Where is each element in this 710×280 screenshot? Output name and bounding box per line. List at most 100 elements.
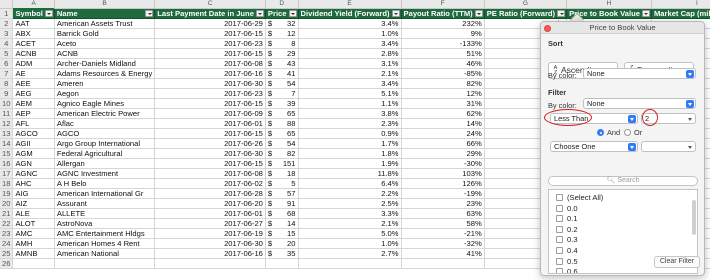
date-cell[interactable]: 2017-06-09 <box>154 108 266 119</box>
name-cell[interactable]: Aflac <box>54 118 156 129</box>
column-letter[interactable]: C <box>154 0 266 9</box>
column-letter[interactable]: H <box>566 0 652 9</box>
date-cell[interactable]: 2017-06-15 <box>154 158 266 169</box>
name-cell[interactable]: Aceto <box>54 38 156 49</box>
yield-cell[interactable]: 3.4% <box>298 38 402 49</box>
name-cell[interactable]: Agnico Eagle Mines <box>54 98 156 109</box>
name-cell[interactable]: AstroNova <box>54 218 156 229</box>
payout-cell[interactable]: 31% <box>401 98 485 109</box>
symbol-cell[interactable]: AIG <box>12 188 55 199</box>
filter-dropdown-icon[interactable] <box>557 9 566 17</box>
yield-cell[interactable]: 2.8% <box>298 48 402 59</box>
price-cell[interactable]: $14 <box>265 218 299 229</box>
name-cell[interactable]: Adams Resources & Energy <box>54 68 156 79</box>
row-number[interactable]: 25 <box>0 248 14 259</box>
payout-cell[interactable]: 58% <box>401 218 485 229</box>
list-item[interactable]: 0.4 <box>556 246 578 255</box>
date-cell[interactable]: 2017-06-15 <box>154 128 266 139</box>
date-cell[interactable]: 2017-06-23 <box>154 88 266 99</box>
corner-cell[interactable] <box>0 0 14 9</box>
price-cell[interactable]: $32 <box>265 18 299 29</box>
symbol-cell[interactable]: AEE <box>12 78 55 89</box>
price-cell[interactable]: $82 <box>265 148 299 159</box>
name-cell[interactable]: ACNB <box>54 48 156 59</box>
price-cell[interactable]: $18 <box>265 168 299 179</box>
name-cell[interactable]: American Assets Trust <box>54 18 156 29</box>
symbol-cell[interactable]: ACNB <box>12 48 55 59</box>
date-cell[interactable]: 2017-06-15 <box>154 98 266 109</box>
filter-dropdown-icon[interactable] <box>145 9 154 17</box>
search-input[interactable]: 🔍︎ Search <box>548 176 698 186</box>
filter-dropdown-icon[interactable] <box>391 9 400 17</box>
yield-cell[interactable]: 1.8% <box>298 148 402 159</box>
list-item[interactable]: 0.3 <box>556 235 578 244</box>
symbol-cell[interactable]: AHC <box>12 178 55 189</box>
payout-cell[interactable]: 126% <box>401 178 485 189</box>
row-number[interactable]: 19 <box>0 188 14 199</box>
symbol-cell[interactable]: AGCO <box>12 128 55 139</box>
checkbox[interactable] <box>556 257 563 265</box>
yield-cell[interactable]: 2.7% <box>298 248 402 259</box>
yield-cell[interactable]: 3.8% <box>298 108 402 119</box>
name-cell[interactable]: Archer-Daniels Midland <box>54 58 156 69</box>
yield-cell[interactable]: 2.1% <box>298 218 402 229</box>
yield-cell[interactable]: 2.5% <box>298 198 402 209</box>
filter-dropdown-icon[interactable] <box>255 9 264 17</box>
date-cell[interactable]: 2017-06-01 <box>154 118 266 129</box>
symbol-cell[interactable]: ADM <box>12 58 55 69</box>
symbol-cell[interactable]: AEG <box>12 88 55 99</box>
filter-dropdown-icon[interactable] <box>44 9 53 17</box>
date-cell[interactable]: 2017-06-23 <box>154 38 266 49</box>
payout-cell[interactable]: 14% <box>401 118 485 129</box>
condition-value-2[interactable] <box>641 141 696 152</box>
price-cell[interactable]: $39 <box>265 98 299 109</box>
payout-cell[interactable]: -133% <box>401 38 485 49</box>
date-cell[interactable]: 2017-06-30 <box>154 238 266 249</box>
checkbox[interactable] <box>556 236 563 244</box>
empty-cell[interactable] <box>298 258 402 269</box>
payout-cell[interactable]: 103% <box>401 168 485 179</box>
filter-dropdown-icon[interactable] <box>641 9 650 17</box>
row-number[interactable]: 26 <box>0 258 14 269</box>
row-number[interactable]: 12 <box>0 118 14 129</box>
payout-cell[interactable]: -85% <box>401 68 485 79</box>
name-cell[interactable]: Aegon <box>54 88 156 99</box>
yield-cell[interactable]: 6.4% <box>298 178 402 189</box>
date-cell[interactable]: 2017-06-27 <box>154 218 266 229</box>
name-cell[interactable]: Allergan <box>54 158 156 169</box>
row-number[interactable]: 5 <box>0 48 14 59</box>
empty-cell[interactable] <box>12 258 55 269</box>
row-number[interactable]: 24 <box>0 238 14 249</box>
checkbox[interactable] <box>556 194 563 201</box>
payout-cell[interactable]: 62% <box>401 108 485 119</box>
payout-cell[interactable]: 82% <box>401 78 485 89</box>
row-number[interactable]: 9 <box>0 88 14 99</box>
yield-cell[interactable]: 3.4% <box>298 18 402 29</box>
name-cell[interactable]: ALLETE <box>54 208 156 219</box>
row-number[interactable]: 4 <box>0 38 14 49</box>
row-number[interactable]: 21 <box>0 208 14 219</box>
name-cell[interactable]: Argo Group International <box>54 138 156 149</box>
filter-dropdown-icon[interactable] <box>288 9 297 17</box>
row-number[interactable]: 16 <box>0 158 14 169</box>
row-number[interactable]: 23 <box>0 228 14 239</box>
checkbox[interactable] <box>556 215 563 223</box>
symbol-cell[interactable]: ALOT <box>12 218 55 229</box>
name-cell[interactable]: Federal Agricultural <box>54 148 156 159</box>
row-number[interactable]: 20 <box>0 198 14 209</box>
filter-dropdown-icon[interactable] <box>474 9 483 17</box>
payout-cell[interactable]: -32% <box>401 238 485 249</box>
checkbox[interactable] <box>556 204 563 212</box>
date-cell[interactable]: 2017-06-08 <box>154 58 266 69</box>
payout-cell[interactable]: 24% <box>401 128 485 139</box>
name-cell[interactable]: A H Belo <box>54 178 156 189</box>
date-cell[interactable]: 2017-06-28 <box>154 188 266 199</box>
header-cell[interactable]: PE Ratio (Forward) <box>484 8 568 19</box>
date-cell[interactable]: 2017-06-15 <box>154 48 266 59</box>
column-letter[interactable]: G <box>484 0 568 9</box>
price-cell[interactable]: $7 <box>265 88 299 99</box>
yield-cell[interactable]: 2.1% <box>298 68 402 79</box>
name-cell[interactable]: American Electric Power <box>54 108 156 119</box>
row-number[interactable]: 22 <box>0 218 14 229</box>
name-cell[interactable]: American Homes 4 Rent <box>54 238 156 249</box>
